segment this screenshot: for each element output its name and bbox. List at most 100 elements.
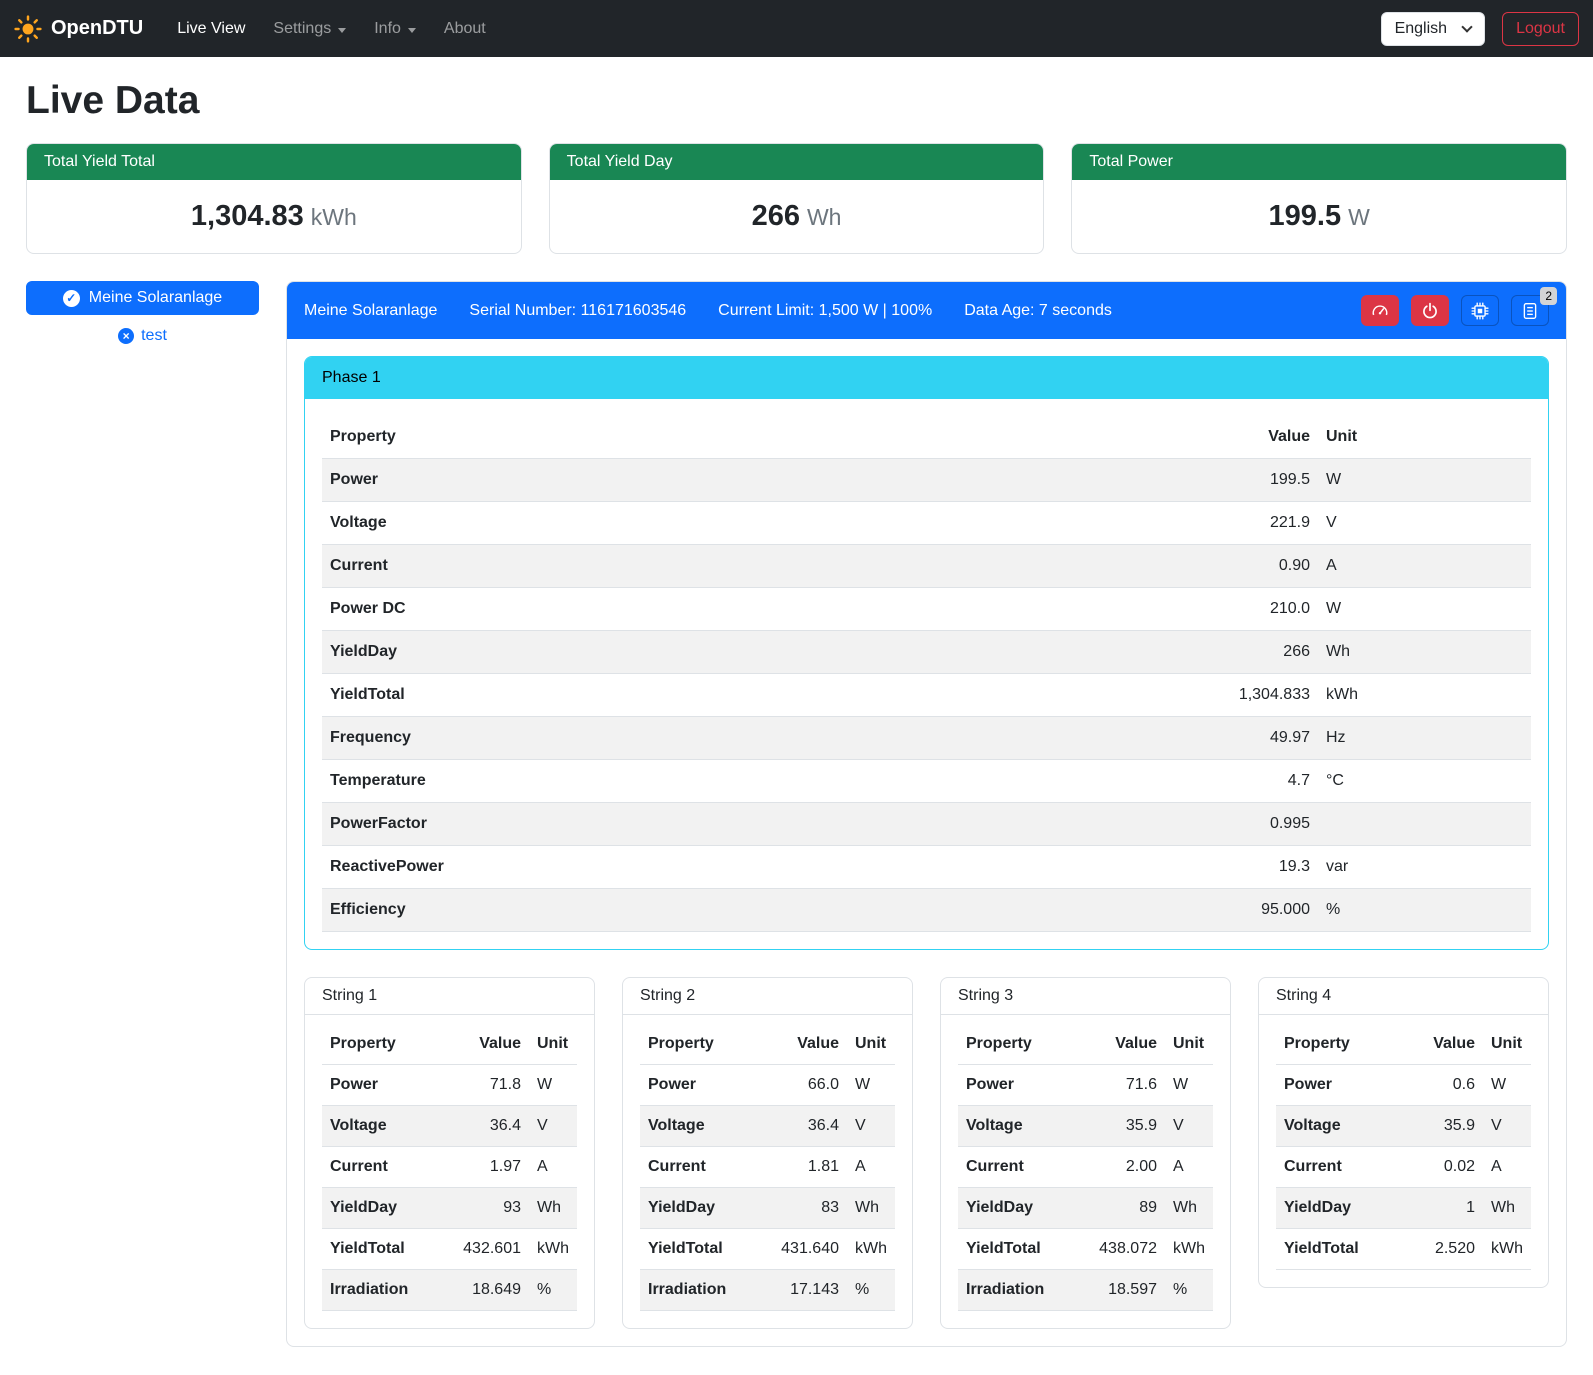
nav-links: Live View Settings Info About <box>163 12 500 46</box>
inverter-button-label: Meine Solaranlage <box>89 289 222 307</box>
inverter-item-test[interactable]: × test <box>118 327 167 345</box>
table-row-irradiation: Irradiation18.649% <box>322 1270 577 1311</box>
table-row-power: Power71.6W <box>958 1065 1213 1106</box>
table-row-yieldday: YieldDay266Wh <box>322 631 1531 674</box>
power-button[interactable] <box>1411 295 1449 326</box>
row-property: Power <box>1276 1065 1391 1106</box>
row-unit: Wh <box>1318 631 1531 674</box>
row-property: Efficiency <box>322 889 1168 932</box>
row-unit: A <box>529 1147 577 1188</box>
row-value: 36.4 <box>437 1106 529 1147</box>
row-unit: V <box>847 1106 895 1147</box>
row-unit: % <box>1318 889 1531 932</box>
row-value: 18.649 <box>437 1270 529 1311</box>
row-value: 431.640 <box>755 1229 847 1270</box>
nav-item-label: Info <box>374 20 401 38</box>
table-row-yieldtotal: YieldTotal432.601kWh <box>322 1229 577 1270</box>
table-row-power: Power0.6W <box>1276 1065 1531 1106</box>
row-property: Temperature <box>322 760 1168 803</box>
column-header-value: Value <box>1168 416 1318 459</box>
inverter-action-buttons: 2 <box>1361 295 1549 326</box>
column-header-property: Property <box>322 1024 437 1065</box>
string-table: Property Value Unit Power71.8WVoltage36.… <box>322 1024 577 1311</box>
string-card-string-1: String 1 Property Value Unit Power71.8WV… <box>304 977 595 1329</box>
row-property: Voltage <box>322 1106 437 1147</box>
row-value: 4.7 <box>1168 760 1318 803</box>
table-row-yieldtotal: YieldTotal431.640kWh <box>640 1229 895 1270</box>
row-value: 1.81 <box>755 1147 847 1188</box>
row-property: Power <box>322 459 1168 502</box>
table-row-power: Power71.8W <box>322 1065 577 1106</box>
row-value: 221.9 <box>1168 502 1318 545</box>
summary-card-body: 266Wh <box>550 180 1044 253</box>
row-value: 0.995 <box>1168 803 1318 846</box>
power-icon <box>1421 302 1439 320</box>
row-property: PowerFactor <box>322 803 1168 846</box>
table-row-current: Current1.81A <box>640 1147 895 1188</box>
brand[interactable]: OpenDTU <box>14 15 143 43</box>
row-value: 199.5 <box>1168 459 1318 502</box>
nav-item-about[interactable]: About <box>430 12 500 46</box>
row-property: ReactivePower <box>322 846 1168 889</box>
summary-card-body: 1,304.83kWh <box>27 180 521 253</box>
summary-card-title: Total Yield Total <box>27 144 521 180</box>
nav-item-info[interactable]: Info <box>360 12 430 46</box>
row-value: 266 <box>1168 631 1318 674</box>
string-card-title: String 2 <box>623 978 912 1015</box>
row-unit: % <box>847 1270 895 1311</box>
chevron-down-icon <box>1461 21 1472 32</box>
row-property: YieldTotal <box>958 1229 1073 1270</box>
page-content: Live Data Total Yield Total 1,304.83kWh … <box>0 79 1593 1375</box>
limit-settings-button[interactable] <box>1361 295 1399 326</box>
string-card-title: String 1 <box>305 978 594 1015</box>
inverter-panel-header: Meine Solaranlage Serial Number: 1161716… <box>287 282 1566 339</box>
table-row-yieldday: YieldDay83Wh <box>640 1188 895 1229</box>
row-property: Irradiation <box>322 1270 437 1311</box>
event-count-badge: 2 <box>1540 287 1557 305</box>
summary-card-unit: kWh <box>311 204 357 230</box>
row-property: Power DC <box>322 588 1168 631</box>
row-value: 0.6 <box>1391 1065 1483 1106</box>
nav-item-settings[interactable]: Settings <box>259 12 360 46</box>
table-row-powerfactor: PowerFactor0.995 <box>322 803 1531 846</box>
row-unit: % <box>1165 1270 1213 1311</box>
language-select[interactable]: English <box>1381 12 1485 46</box>
row-property: YieldTotal <box>322 674 1168 717</box>
row-property: YieldDay <box>958 1188 1073 1229</box>
row-property: Current <box>1276 1147 1391 1188</box>
row-property: YieldDay <box>322 631 1168 674</box>
column-header-property: Property <box>640 1024 755 1065</box>
row-value: 1,304.833 <box>1168 674 1318 717</box>
logout-button[interactable]: Logout <box>1502 12 1579 46</box>
row-property: YieldTotal <box>640 1229 755 1270</box>
row-unit: var <box>1318 846 1531 889</box>
content-row: ✓ Meine Solaranlage × test Meine Solaran… <box>26 281 1567 1375</box>
row-unit: A <box>847 1147 895 1188</box>
row-value: 71.6 <box>1073 1065 1165 1106</box>
table-row-efficiency: Efficiency95.000% <box>322 889 1531 932</box>
summary-card-value: 266 <box>752 200 800 232</box>
string-card-string-3: String 3 Property Value Unit Power71.6WV… <box>940 977 1231 1329</box>
device-info-button[interactable] <box>1461 295 1499 326</box>
row-unit: W <box>1165 1065 1213 1106</box>
column-header-value: Value <box>1073 1024 1165 1065</box>
row-value: 35.9 <box>1073 1106 1165 1147</box>
table-row-reactivepower: ReactivePower19.3var <box>322 846 1531 889</box>
row-value: 71.8 <box>437 1065 529 1106</box>
row-unit: kWh <box>1318 674 1531 717</box>
nav-item-label: About <box>444 20 486 38</box>
nav-item-live-view[interactable]: Live View <box>163 12 259 46</box>
inverter-select-button[interactable]: ✓ Meine Solaranlage <box>26 281 259 315</box>
navbar-right: English Logout <box>1381 12 1579 46</box>
row-property: Irradiation <box>958 1270 1073 1311</box>
cpu-icon <box>1471 302 1489 320</box>
row-unit: V <box>1165 1106 1213 1147</box>
event-log-button[interactable]: 2 <box>1511 295 1549 326</box>
row-value: 17.143 <box>755 1270 847 1311</box>
row-property: Irradiation <box>640 1270 755 1311</box>
inverter-data-age: Data Age: 7 seconds <box>964 302 1112 320</box>
string-card-title: String 3 <box>941 978 1230 1015</box>
row-value: 2.520 <box>1391 1229 1483 1270</box>
row-property: Current <box>958 1147 1073 1188</box>
row-unit: W <box>847 1065 895 1106</box>
